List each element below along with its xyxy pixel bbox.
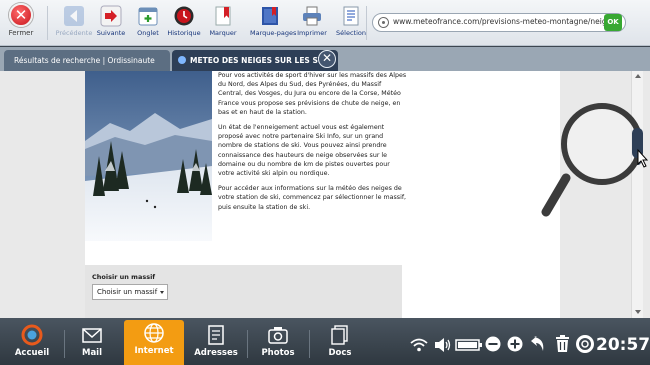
new-tab-icon: [138, 7, 158, 26]
tab-meteo-neiges[interactable]: METEO DES NEIGES SUR LES ST: [172, 50, 338, 71]
wifi-icon[interactable]: [410, 338, 428, 352]
zoom-in-icon[interactable]: [507, 336, 523, 352]
go-button[interactable]: OK: [604, 14, 622, 31]
back-arrow-icon: [64, 6, 84, 26]
bookmark-button[interactable]: Marquer: [203, 3, 243, 45]
selection-label: Sélection: [336, 29, 366, 37]
globe-icon: [144, 323, 164, 343]
bookmarks-icon: [262, 7, 278, 25]
new-tab-button[interactable]: Onglet: [128, 3, 168, 45]
app-internet[interactable]: Internet: [124, 320, 184, 365]
back-label: Précédente: [55, 29, 93, 37]
app-label: Internet: [134, 346, 174, 356]
mail-icon: [82, 328, 102, 343]
app-docs[interactable]: Docs: [310, 322, 370, 365]
app-mail[interactable]: Mail: [62, 322, 122, 365]
history-label: Historique: [167, 29, 201, 37]
scroll-up-icon[interactable]: [635, 74, 641, 78]
article-paragraph: Un état de l'enneigement actuel vous est…: [218, 124, 390, 178]
help-lifebuoy-icon[interactable]: [576, 335, 594, 353]
massif-dropdown[interactable]: Choisir un massif: [92, 284, 168, 300]
bookmark-label: Marquer: [209, 29, 237, 37]
tab-label: METEO DES NEIGES SUR LES ST: [190, 56, 323, 65]
contacts-icon: [208, 325, 224, 345]
trash-icon[interactable]: [555, 334, 570, 353]
print-button[interactable]: Imprimer: [292, 3, 332, 45]
close-label: Fermer: [8, 29, 34, 37]
massif-dropdown-value: Choisir un massif: [97, 288, 158, 296]
documents-icon: [331, 325, 348, 345]
article-paragraph: Pour accéder aux informations sur la mét…: [218, 185, 407, 211]
selection-button[interactable]: Sélection: [331, 3, 371, 45]
magnifier-icon: [541, 103, 649, 217]
taskbar: Accueil Mail Internet Adresses Photos Do…: [0, 318, 650, 365]
app-label: Accueil: [14, 348, 50, 358]
app-label: Docs: [328, 348, 352, 358]
article-paragraph: Pour vos activités de sport d'hiver sur …: [218, 72, 407, 116]
new-tab-label: Onglet: [137, 29, 159, 37]
url-text: www.meteofrance.com/previsions-meteo-mon…: [393, 17, 605, 26]
close-tab-icon[interactable]: ✕: [318, 50, 336, 68]
article-text: Pour vos activités de sport d'hiver sur …: [218, 71, 408, 218]
ski-slope-photo: [85, 71, 212, 241]
clock: 20:57: [596, 335, 650, 355]
history-icon: [174, 6, 194, 26]
forward-arrow-icon: [100, 5, 122, 27]
volume-icon[interactable]: [434, 337, 452, 353]
browser-toolbar: ✕ Fermer Précédente Suivante Onglet Hist…: [0, 0, 650, 46]
bookmarks-button[interactable]: Marque-pages: [250, 3, 297, 45]
favicon-icon: [178, 56, 186, 64]
toolbar-divider: [47, 6, 48, 40]
globe-icon: [378, 17, 389, 28]
battery-icon: [455, 339, 482, 351]
back-button[interactable]: Précédente: [54, 3, 94, 45]
app-photos[interactable]: Photos: [248, 322, 308, 365]
history-button[interactable]: Historique: [164, 3, 204, 45]
forward-button[interactable]: Suivante: [91, 3, 131, 45]
selection-icon: [343, 6, 359, 26]
address-bar[interactable]: www.meteofrance.com/previsions-meteo-mon…: [372, 13, 626, 32]
toolbar-divider: [366, 6, 367, 40]
forward-label: Suivante: [96, 29, 126, 37]
app-label: Photos: [261, 348, 295, 358]
bookmarks-label: Marque-pages: [250, 29, 297, 37]
printer-icon: [303, 6, 321, 26]
app-label: Mail: [81, 348, 103, 358]
massif-selector-panel: Choisir un massif Choisir un massif: [85, 265, 402, 318]
massif-title: Choisir un massif: [92, 273, 156, 281]
app-addresses[interactable]: Adresses: [186, 322, 246, 365]
print-label: Imprimer: [297, 29, 327, 37]
chevron-down-icon: [160, 291, 164, 294]
bookmark-icon: [215, 6, 231, 26]
zoom-out-icon[interactable]: [485, 336, 501, 352]
content-column: Pour vos activités de sport d'hiver sur …: [85, 71, 560, 318]
app-label: Adresses: [194, 348, 238, 358]
close-icon: ✕: [9, 3, 33, 27]
app-home[interactable]: Accueil: [2, 322, 62, 365]
close-button[interactable]: ✕ Fermer: [4, 3, 38, 37]
scroll-down-icon[interactable]: [635, 310, 641, 314]
tab-search-results[interactable]: Résultats de recherche | Ordissinaute: [4, 50, 170, 71]
home-icon: [21, 324, 43, 346]
camera-icon: [268, 327, 288, 344]
undo-icon[interactable]: [531, 335, 547, 353]
